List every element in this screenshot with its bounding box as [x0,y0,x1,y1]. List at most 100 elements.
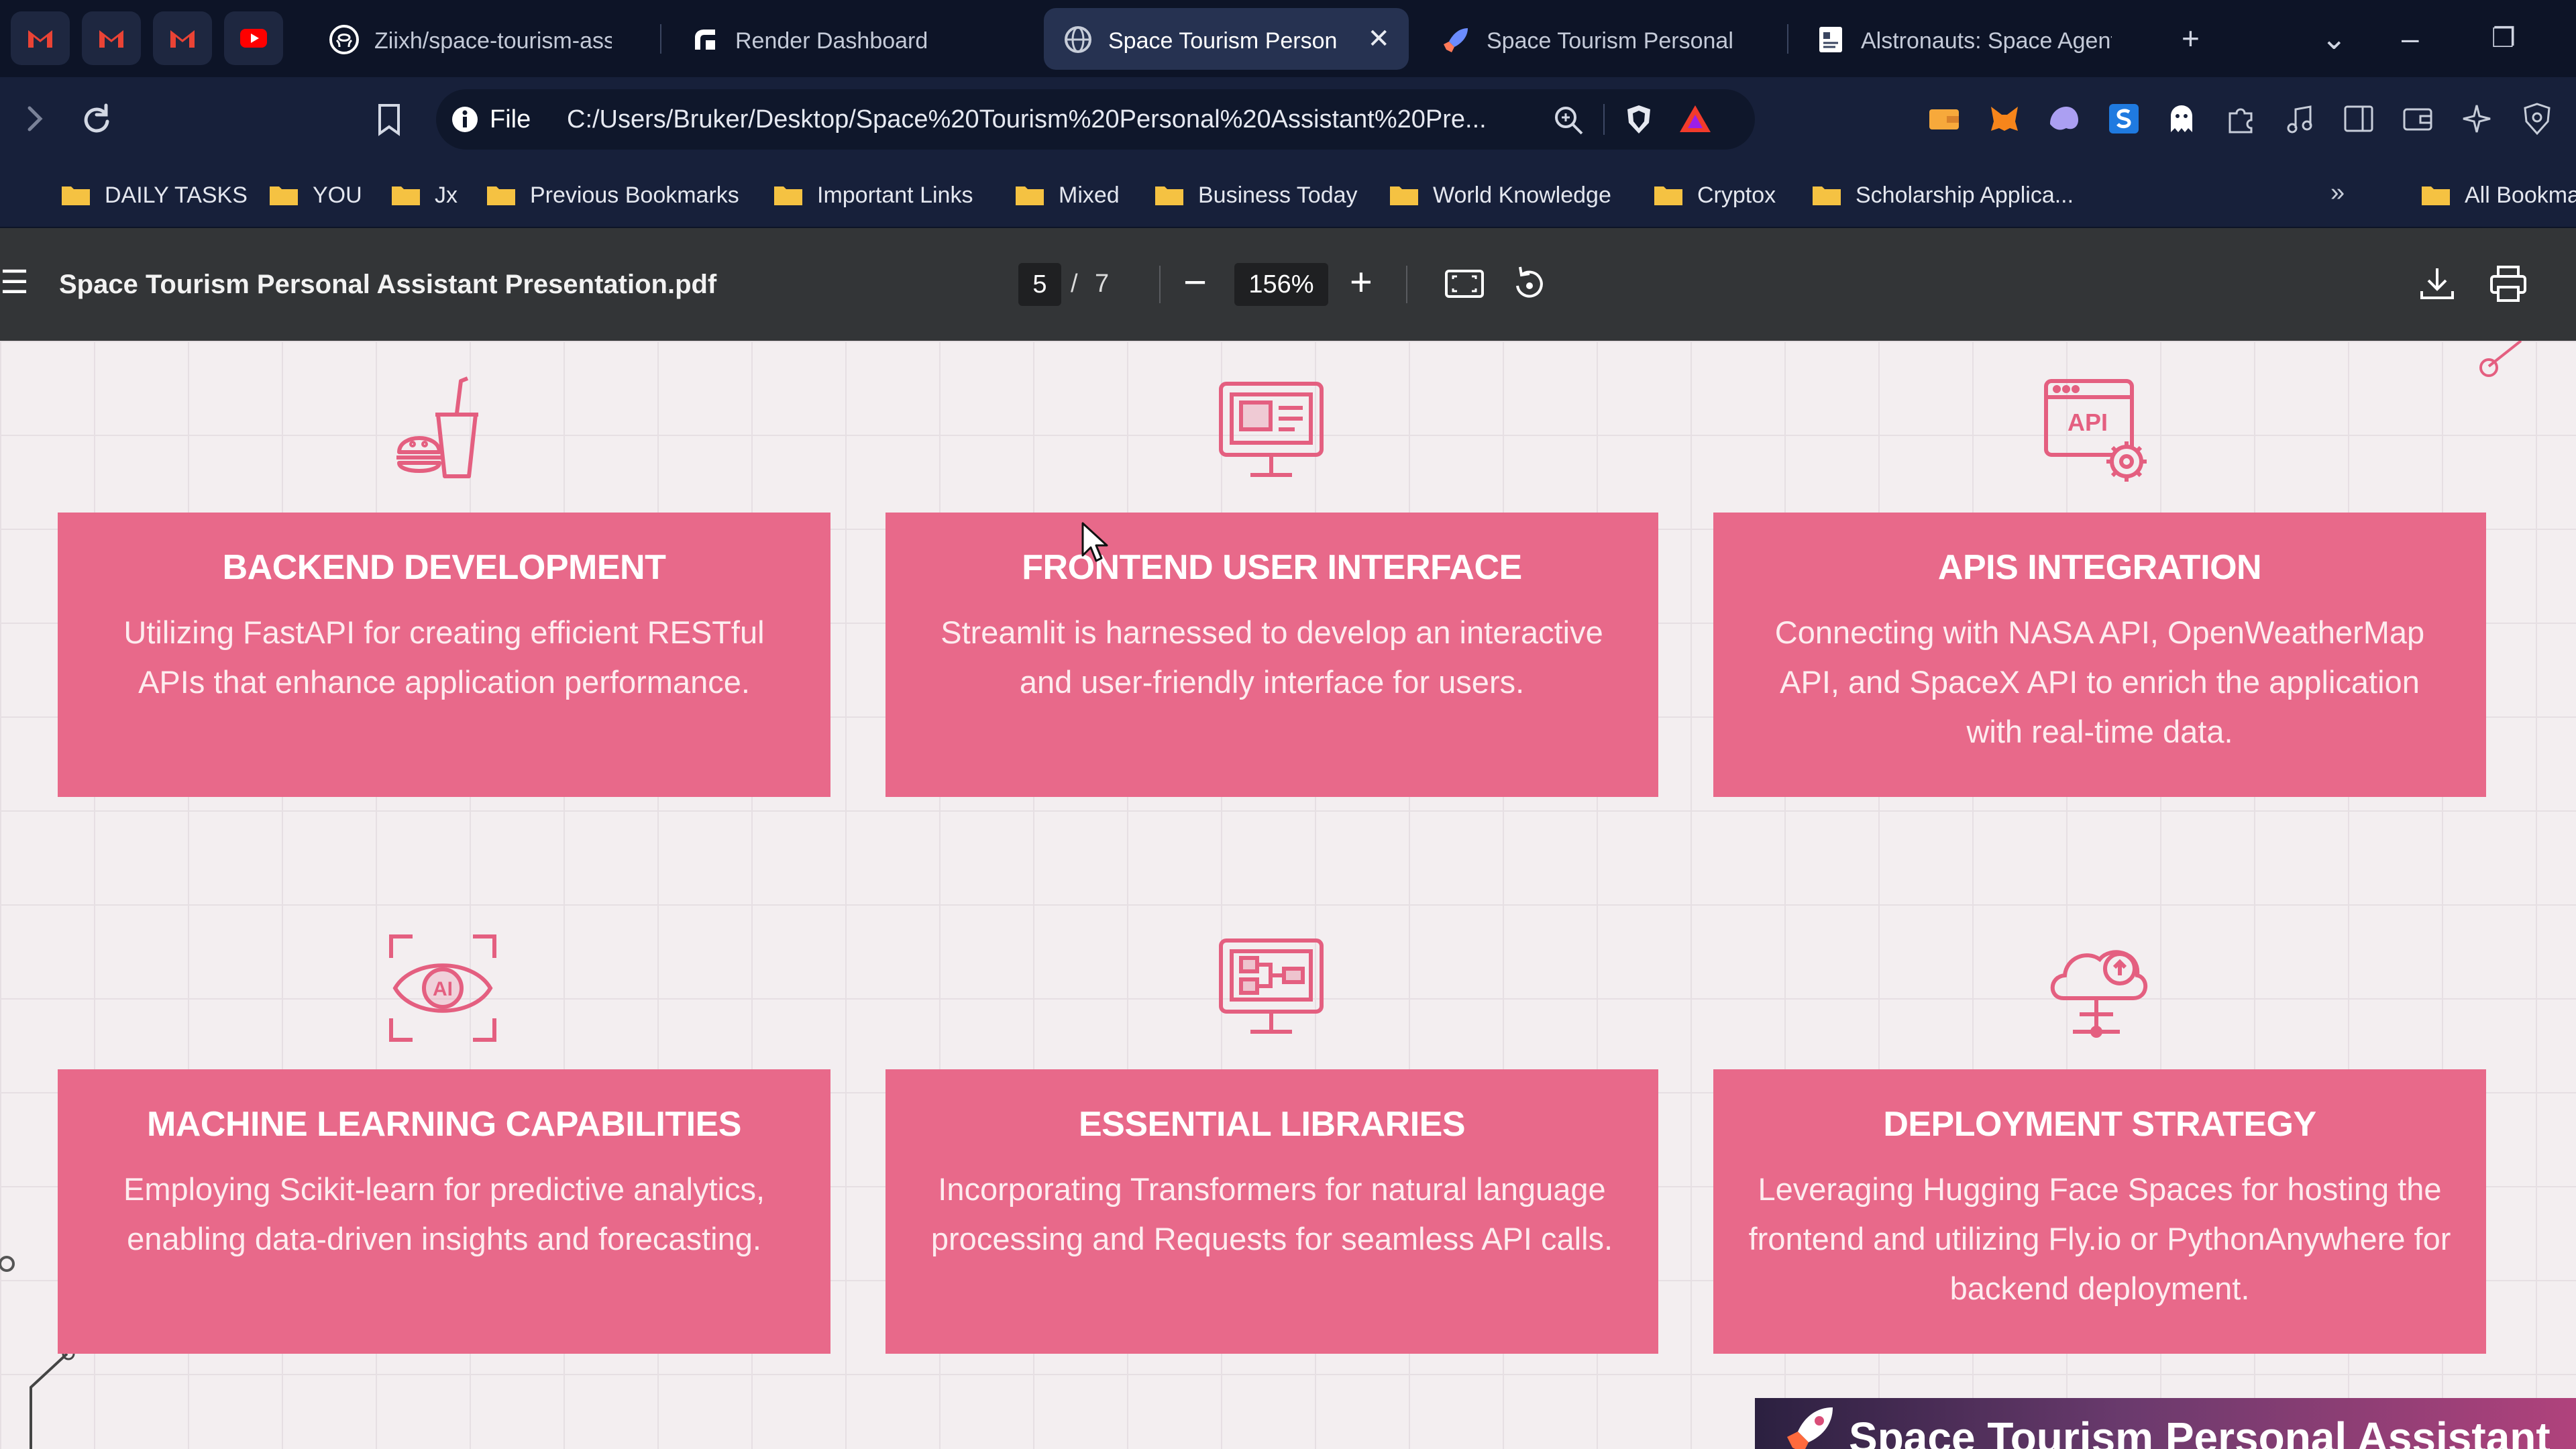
card-title: APIS INTEGRATION [1937,548,2262,587]
bookmark-label: Scholarship Applica... [1856,182,2074,208]
wallet-icon[interactable] [2400,101,2435,136]
tab-space-tourism-app[interactable]: Space Tourism Personal A [1422,8,1784,70]
svg-text:AI: AI [433,978,453,1000]
pinned-tab-gmail[interactable] [82,11,141,65]
api-gear-icon: API [2044,379,2147,482]
cloud-upload-icon [2050,950,2148,1038]
folder-icon [1016,186,1044,205]
folder-icon [487,186,515,205]
document-icon [1819,27,1842,52]
new-tab-button[interactable]: + [2182,15,2200,62]
folder-icon [774,186,802,205]
zoom-out-button[interactable]: − [1183,259,1207,306]
bookmark-icon[interactable] [368,97,411,140]
feature-card: BACKEND DEVELOPMENT Utilizing FastAPI fo… [58,513,830,797]
tab-title: Alstronauts: Space Agents [1861,28,2112,54]
brave-shield-icon[interactable] [1622,103,1656,136]
tab-render-dashboard[interactable]: Render Dashboard [671,8,1020,70]
bookmarks-bar: DAILY TASKS YOU Jx Previous Bookmarks Im… [0,161,2576,228]
feature-card: FRONTEND USER INTERFACE Streamlit is har… [885,513,1658,797]
download-icon[interactable] [2415,262,2459,306]
minimize-window-button[interactable]: – [2402,15,2419,62]
menu-icon[interactable]: ☰ [0,267,29,299]
card-description: Connecting with NASA API, OpenWeatherMap… [1774,614,2425,749]
tab-title: Space Tourism Personal A [1487,28,1737,54]
bookmark-label: Important Links [817,182,973,208]
feature-card: ESSENTIAL LIBRARIES Incorporating Transf… [885,1069,1658,1354]
globe-icon [1065,26,1091,53]
ai-eye-icon: AI [389,934,496,1042]
card-title: DEPLOYMENT STRATEGY [1883,1105,2316,1144]
card-description: Employing Scikit-learn for predictive an… [123,1171,765,1256]
bookmark-label: Jx [435,182,458,208]
page-separator: / [1071,270,1078,298]
extensions-puzzle-icon[interactable] [2223,101,2258,136]
tab-strip: Ziixh/space-tourism-assist Render Dashbo… [0,0,2576,77]
wallet-extension-icon[interactable] [1927,101,1962,136]
zoom-in-button[interactable]: + [1350,259,1373,306]
zoom-icon[interactable] [1551,103,1586,138]
folder-icon [1155,186,1183,205]
bookmark-label: YOU [313,182,362,208]
rotate-icon[interactable] [1507,262,1551,306]
forward-icon[interactable] [13,97,56,140]
card-title: BACKEND DEVELOPMENT [222,548,666,587]
tab-github[interactable]: Ziixh/space-tourism-assist [310,8,659,70]
metamask-icon[interactable] [1987,101,2022,136]
bookmark-label: All Bookma [2465,182,2576,208]
bookmark-label: Previous Bookmarks [530,182,739,208]
vpn-shield-icon[interactable] [2520,101,2555,136]
toolbar-divider [1406,266,1407,303]
pinned-tab-gmail[interactable] [153,11,212,65]
tab-separator [1787,24,1788,54]
fit-to-page-icon[interactable] [1442,262,1487,306]
info-icon[interactable] [451,105,479,133]
tab-search-chevron-icon[interactable]: ⌄ [2321,15,2347,62]
card-title: FRONTEND USER INTERFACE [1022,548,1522,587]
card-description: Incorporating Transformers for natural l… [930,1171,1613,1256]
card-title: ESSENTIAL LIBRARIES [1078,1105,1466,1144]
next-slide-banner: Space Tourism Personal Assistant [1755,1398,2576,1449]
tab-title: Render Dashboard [735,28,928,54]
address-bar[interactable]: File C:/Users/Bruker/Desktop/Space%20Tou… [436,89,1755,150]
bookmark-label: Cryptox [1697,182,1776,208]
phantom-extension-icon[interactable] [2046,101,2081,136]
mouse-cursor-icon [1081,522,1108,562]
omnibox-divider [1603,104,1605,135]
sidebar-toggle-icon[interactable] [2341,101,2376,136]
rocket-icon [1787,1407,1833,1449]
print-icon[interactable] [2486,262,2530,306]
card-description: Streamlit is harnessed to develop an int… [941,614,1603,700]
zoom-level-input[interactable]: 156% [1234,263,1328,306]
tab-title: Ziixh/space-tourism-assist [374,28,612,54]
page-number-input[interactable]: 5 [1018,263,1061,306]
reload-icon[interactable] [75,97,118,140]
gmail-icon [28,30,52,48]
feature-card: MACHINE LEARNING CAPABILITIES Employing … [58,1069,830,1354]
brave-rewards-icon[interactable] [1677,101,1713,138]
close-tab-icon[interactable]: ✕ [1367,25,1390,52]
gmail-icon [170,30,195,48]
url-text[interactable]: C:/Users/Bruker/Desktop/Space%20Tourism%… [567,105,1519,134]
tab-alstronauts[interactable]: Alstronauts: Space Agents [1796,8,2159,70]
card-description: Leveraging Hugging Face Spaces for hosti… [1748,1171,2451,1306]
leo-ai-icon[interactable] [2459,101,2494,136]
s-extension-icon[interactable] [2106,101,2141,136]
folder-icon [392,186,420,205]
feature-card: APIS INTEGRATION Connecting with NASA AP… [1713,513,2486,797]
pdf-page: API BACKEND DEVELOPMENT Utilizing FastAP… [0,341,2576,1449]
pinned-tab-gmail[interactable] [11,11,70,65]
pdf-toolbar: ☰ Space Tourism Personal Assistant Prese… [0,228,2576,341]
tab-space-tourism-pdf[interactable]: Space Tourism Person ✕ [1044,8,1409,70]
tab-separator [660,24,661,54]
media-music-icon[interactable] [2282,101,2317,136]
bookmarks-overflow-button[interactable]: » [2330,178,2345,219]
pinned-tab-youtube[interactable] [224,11,283,65]
bookmark-label: Business Today [1198,182,1358,208]
toolbar-divider [1159,266,1161,303]
folder-icon [270,186,298,205]
ghost-extension-icon[interactable] [2164,101,2199,136]
folder-icon [2422,186,2450,205]
card-title: MACHINE LEARNING CAPABILITIES [147,1105,741,1144]
restore-window-button[interactable]: ❐ [2491,15,2516,62]
